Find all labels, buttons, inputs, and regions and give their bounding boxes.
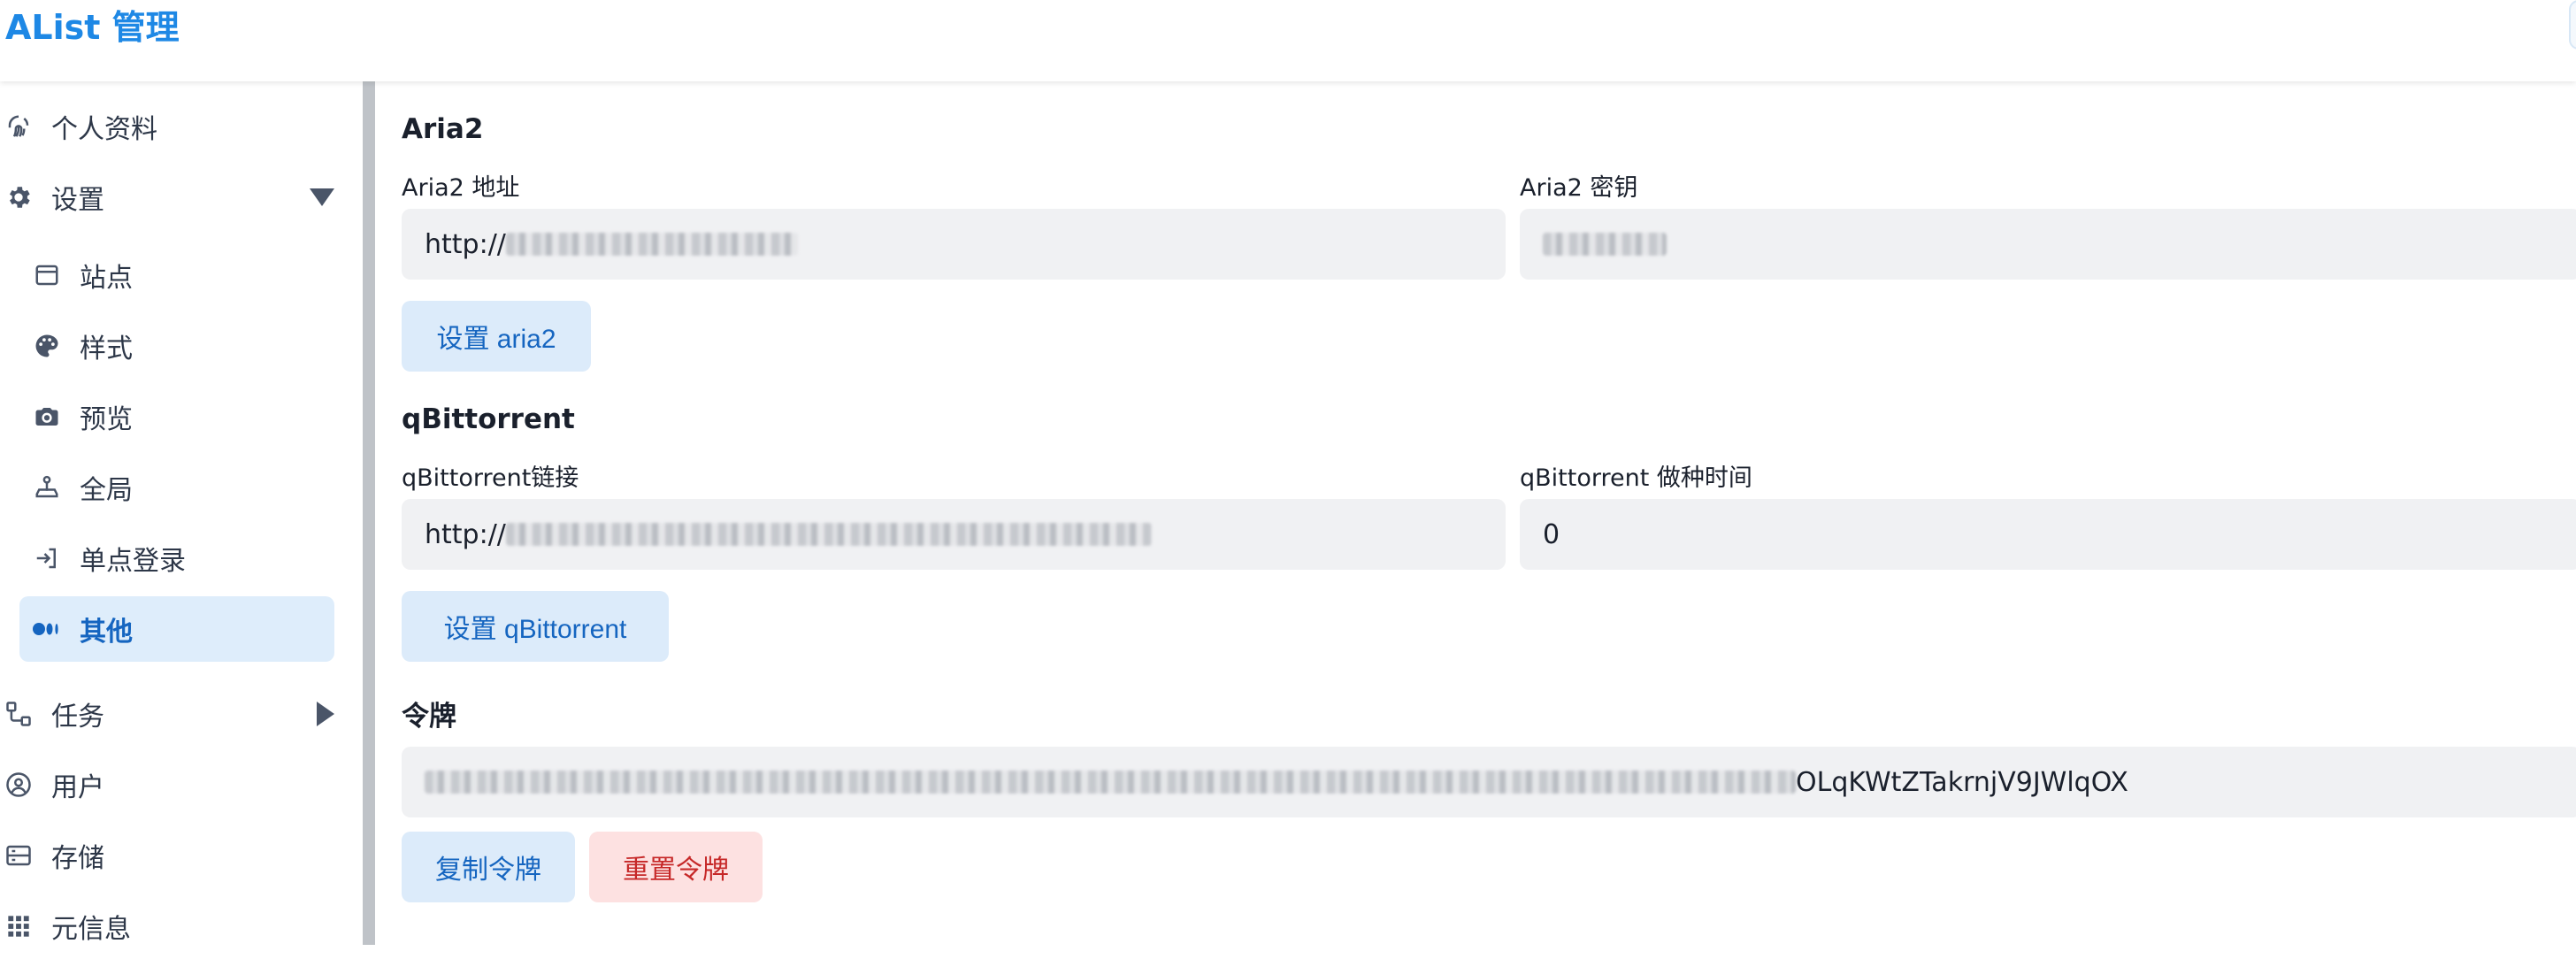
sidebar-item-profile[interactable]: 个人资料 [0, 94, 354, 159]
sidebar-item-label: 任务 [51, 702, 104, 733]
sidebar-item-label: 元信息 [51, 914, 131, 945]
chevron-down-icon[interactable] [310, 188, 334, 206]
qbittorrent-seedtime-label: qBittorrent 做种时间 [1520, 464, 1752, 492]
sidebar-item-label: 站点 [80, 263, 133, 294]
redacted-token [425, 771, 1796, 794]
main-content: Aria2 Aria2 地址 http:// Aria2 密钥 设置 aria2… [375, 81, 2576, 945]
sidebar-item-style[interactable]: 样式 [0, 313, 354, 379]
qbittorrent-seedtime-input[interactable]: 0 [1520, 499, 2576, 570]
sidebar-item-preview[interactable]: 预览 [0, 384, 354, 449]
redacted-value [505, 233, 798, 256]
sidebar-item-tasks[interactable]: 任务 [0, 681, 354, 747]
flow-icon [4, 699, 34, 729]
app-header: AList 管理 [0, 0, 2576, 81]
token-visible-suffix: OLqKWtZTakrnjV9JWlqOX [1796, 766, 2128, 798]
token-input[interactable]: OLqKWtZTakrnjV9JWlqOX [402, 747, 2576, 817]
sidebar-item-label: 个人资料 [51, 114, 157, 145]
sidebar-item-storage[interactable]: 存储 [0, 823, 354, 888]
app-title[interactable]: AList 管理 [5, 4, 180, 51]
copy-token-button[interactable]: 复制令牌 [402, 832, 575, 902]
qbittorrent-url-input[interactable]: http:// [402, 499, 1506, 570]
camera-icon [32, 402, 62, 432]
sidebar-item-global[interactable]: 全局 [0, 455, 354, 520]
aria2-uri-input[interactable]: http:// [402, 209, 1506, 280]
joystick-icon [32, 472, 62, 503]
token-section-title: 令牌 [402, 701, 456, 733]
sidebar-scrollbar[interactable] [363, 81, 375, 945]
storage-icon [4, 840, 34, 871]
header-action-edge[interactable] [2569, 0, 2576, 50]
set-aria2-button[interactable]: 设置 aria2 [402, 301, 591, 372]
redacted-value [1543, 233, 1667, 256]
qbittorrent-section-title: qBittorrent [402, 403, 575, 435]
aria2-uri-label: Aria2 地址 [402, 174, 520, 202]
sidebar-item-label: 全局 [80, 475, 133, 506]
sidebar-item-label: 设置 [51, 185, 104, 216]
aria2-secret-input[interactable] [1520, 209, 2576, 280]
sidebar-item-sso[interactable]: 单点登录 [0, 526, 354, 591]
sidebar-item-other[interactable]: 其他 [19, 596, 334, 662]
redacted-value [505, 523, 1152, 546]
gear-icon [4, 182, 34, 212]
sidebar: 个人资料 设置 站点 样式 预览 全局 单点登录 其他 任务 用户 存储 元信息 [0, 81, 363, 945]
sidebar-item-label: 其他 [80, 617, 133, 648]
palette-icon [32, 331, 62, 361]
aria2-section-title: Aria2 [402, 113, 484, 145]
aria2-secret-label: Aria2 密钥 [1520, 174, 1638, 202]
grid-icon [4, 911, 34, 941]
medium-icon [32, 614, 62, 644]
sidebar-item-label: 存储 [51, 843, 104, 874]
sidebar-item-label: 预览 [80, 404, 133, 435]
sidebar-item-label: 单点登录 [80, 546, 186, 577]
sidebar-item-settings[interactable]: 设置 [0, 165, 354, 230]
user-circle-icon [4, 770, 34, 800]
chevron-right-icon[interactable] [317, 702, 334, 726]
sidebar-item-site[interactable]: 站点 [0, 242, 354, 308]
sidebar-item-users[interactable]: 用户 [0, 752, 354, 817]
window-icon [32, 260, 62, 290]
qbittorrent-url-label: qBittorrent链接 [402, 464, 579, 492]
sidebar-item-meta[interactable]: 元信息 [0, 894, 354, 959]
fingerprint-icon [4, 111, 34, 142]
reset-token-button[interactable]: 重置令牌 [589, 832, 763, 902]
sidebar-item-label: 样式 [80, 334, 133, 364]
aria2-uri-value: http:// [425, 228, 506, 260]
qbittorrent-seedtime-value: 0 [1543, 518, 1560, 550]
qbittorrent-url-value: http:// [425, 518, 506, 550]
login-icon [32, 543, 62, 573]
sidebar-item-label: 用户 [51, 772, 104, 803]
set-qbittorrent-button[interactable]: 设置 qBittorrent [402, 591, 669, 662]
